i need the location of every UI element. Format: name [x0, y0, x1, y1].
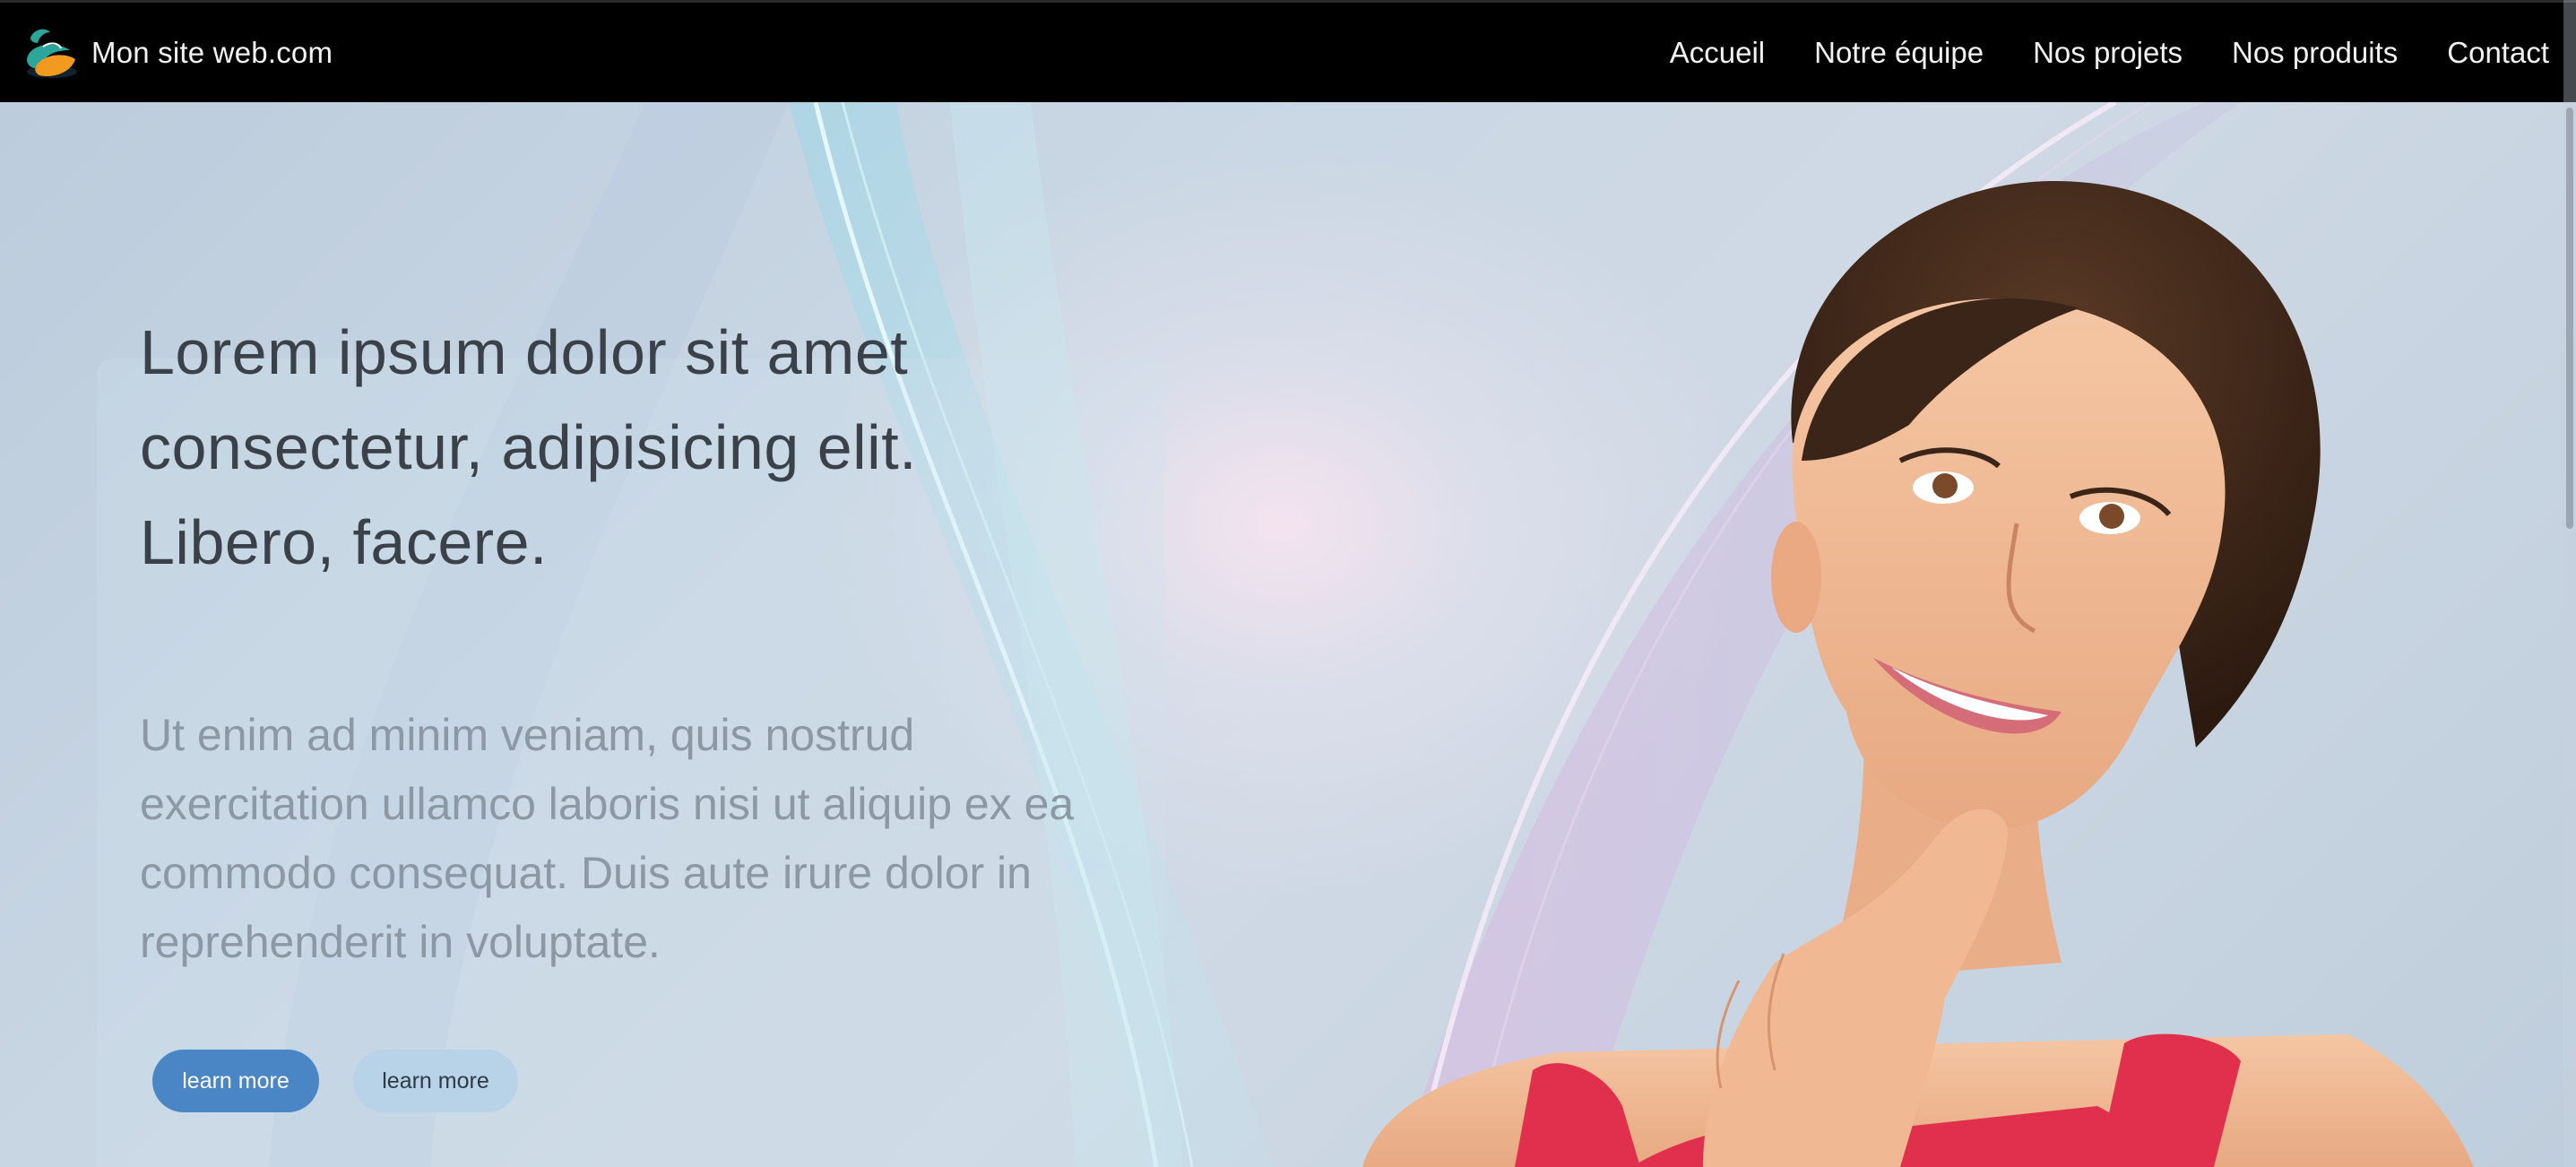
- nav-link-nos-produits[interactable]: Nos produits: [2232, 36, 2398, 70]
- nav-link-notre-equipe[interactable]: Notre équipe: [1814, 36, 1984, 70]
- nav-link-nos-projets[interactable]: Nos projets: [2033, 36, 2183, 70]
- nav-link-accueil[interactable]: Accueil: [1670, 36, 1765, 70]
- learn-more-primary-button[interactable]: learn more: [152, 1050, 319, 1112]
- learn-more-secondary-button[interactable]: learn more: [353, 1050, 518, 1112]
- brand-name: Mon site web.com: [91, 35, 333, 69]
- hero-section: [0, 102, 2576, 1167]
- scrollbar-thumb[interactable]: [2566, 108, 2573, 529]
- leaf-swirl-logo-icon: [27, 29, 77, 78]
- hero-title: Lorem ipsum dolor sit amet consectetur, …: [140, 317, 918, 577]
- brand-link[interactable]: Mon site web.com: [18, 20, 333, 86]
- nav-menu: Accueil Notre équipe Nos projets Nos pro…: [1670, 36, 2549, 70]
- navbar: Mon site web.com Accueil Notre équipe No…: [0, 0, 2576, 102]
- hero-description: Ut enim ad minim veniam, quis nostrud ex…: [140, 710, 1075, 967]
- nav-link-contact[interactable]: Contact: [2447, 36, 2549, 70]
- vertical-scrollbar[interactable]: [2563, 0, 2576, 1167]
- page: Mon site web.com Accueil Notre équipe No…: [0, 0, 2576, 1167]
